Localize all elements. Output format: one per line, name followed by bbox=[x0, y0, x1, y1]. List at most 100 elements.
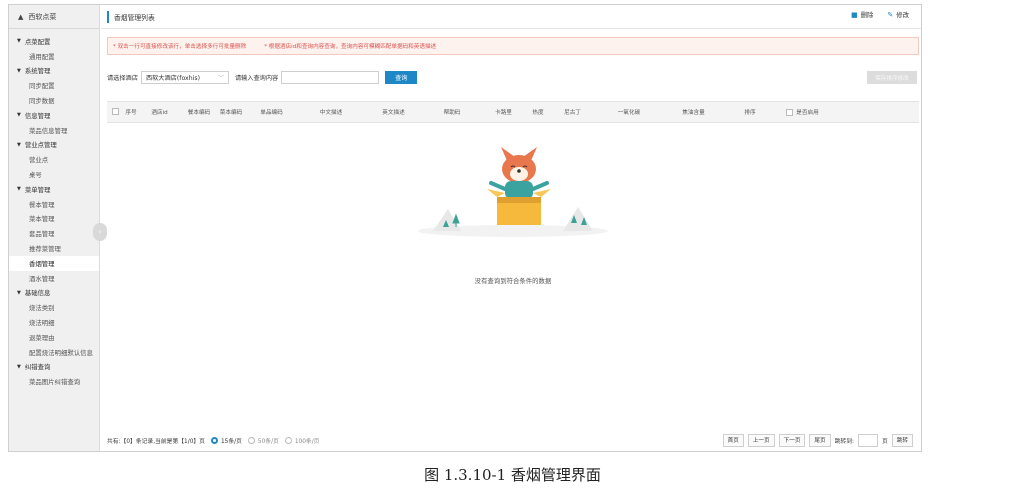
sidebar-group[interactable]: ▼ 基础信息 bbox=[9, 286, 99, 301]
sidebar-item-label: 菜单管理 bbox=[24, 185, 51, 194]
sidebar-item-label: 菜品信息管理 bbox=[29, 126, 68, 135]
sidebar-item-label: 香烟管理 bbox=[29, 259, 55, 268]
column-header-label: 单品编码 bbox=[260, 110, 283, 116]
sidebar-item[interactable]: 菜本管理 bbox=[9, 212, 99, 227]
delete-label: 删除 bbox=[860, 11, 874, 19]
column-header-label: 热度 bbox=[532, 110, 544, 116]
sidebar-item[interactable]: 推荐菜管理 bbox=[9, 241, 99, 256]
sidebar-item[interactable]: 酒水管理 bbox=[9, 271, 99, 286]
column-header-label: 序号 bbox=[125, 110, 137, 116]
save-sort-button[interactable]: 保存排序修改 bbox=[867, 71, 917, 84]
sidebar-item[interactable]: 退菜理由 bbox=[9, 330, 99, 345]
select-all-cell bbox=[107, 107, 123, 117]
sidebar-item[interactable]: 烧法明细 bbox=[9, 315, 99, 330]
edit-button[interactable]: ✎ 修改 bbox=[887, 10, 909, 20]
goto-page-input[interactable] bbox=[857, 433, 878, 447]
sidebar-group[interactable]: ▼ 纠错查询 bbox=[9, 360, 99, 375]
sidebar-item[interactable]: 餐本管理 bbox=[9, 197, 99, 212]
expand-triangle-icon: ▼ bbox=[17, 363, 21, 370]
sidebar-item[interactable]: 配置烧法明细默认信息 bbox=[9, 345, 99, 360]
sidebar-item-label: 系统管理 bbox=[24, 67, 51, 76]
column-header[interactable]: 排序 bbox=[725, 108, 775, 116]
column-header-label: 中文描述 bbox=[319, 110, 343, 116]
column-header[interactable]: 热度 bbox=[527, 108, 549, 116]
goto-button[interactable]: 跳转 bbox=[891, 433, 913, 447]
next-page-button[interactable]: 下一页 bbox=[778, 433, 806, 447]
sidebar-group[interactable]: ▼ 菜单管理 bbox=[9, 182, 99, 197]
expand-triangle-icon: ▼ bbox=[17, 289, 21, 296]
hotel-select-label: 请选择酒店 bbox=[107, 75, 138, 82]
sidebar-item[interactable]: 菜品图片纠错查询 bbox=[9, 374, 99, 389]
sidebar-group[interactable]: ▼ 系统管理 bbox=[9, 64, 99, 79]
chevron-down-icon: ﹀ bbox=[217, 75, 224, 82]
sidebar-item[interactable]: 营业点 bbox=[9, 152, 99, 167]
sidebar-item[interactable]: 套品管理 bbox=[9, 226, 99, 241]
enabled-checkbox[interactable] bbox=[786, 108, 794, 116]
column-header[interactable]: 酒店id bbox=[139, 108, 180, 116]
sidebar-group[interactable]: ▼ 信息管理 bbox=[9, 108, 99, 123]
expand-triangle-icon: ▼ bbox=[17, 141, 21, 148]
sidebar-item[interactable]: 同步配置 bbox=[9, 78, 99, 93]
page-size-label: 50条/页 bbox=[257, 438, 279, 445]
query-input[interactable] bbox=[281, 71, 380, 84]
sidebar-item-label: 烧法类别 bbox=[29, 304, 55, 313]
column-header-label: 菜本编码 bbox=[219, 110, 243, 116]
column-header-label: 尼古丁 bbox=[564, 110, 581, 116]
notice-banner: * 双击一行可直接修改该行，单击选择多行可批量删除 * 根据酒店id和查询内容查… bbox=[107, 37, 919, 55]
delete-button[interactable]: ■ 删除 bbox=[851, 10, 874, 20]
sidebar-item[interactable]: 同步数据 bbox=[9, 93, 99, 108]
sidebar-item-label: 同步数据 bbox=[29, 97, 55, 106]
sidebar-app-name: 西软点菜 bbox=[28, 12, 57, 21]
table-header: 序号 酒店id 餐本编码 菜本编码 单品编码 中文描述 英文描述 帮助码 卡路里 热度 尼古丁 一氧化… bbox=[107, 101, 919, 123]
column-header[interactable]: 单品编码 bbox=[244, 108, 299, 116]
sidebar-item-label: 菜品图片纠错查询 bbox=[29, 378, 81, 387]
record-summary: 共有:【0】条记录,当前是第【1/0】页 bbox=[107, 438, 205, 445]
hotel-select[interactable]: 西软大酒店(foxhis) ﹀ bbox=[140, 71, 229, 84]
column-header[interactable]: 英文描述 bbox=[363, 108, 424, 116]
query-input-label: 请输入查询内容 bbox=[234, 75, 279, 82]
page-size-radio[interactable] bbox=[247, 436, 255, 444]
page-size-radio[interactable] bbox=[284, 436, 292, 444]
column-header-label: 酒店id bbox=[151, 110, 168, 116]
column-header[interactable]: 卡路里 bbox=[480, 108, 527, 116]
column-header[interactable]: 菜本编码 bbox=[218, 108, 244, 116]
pagination: 首页 上一页 下一页 尾页 跳转到: 页 跳转 bbox=[722, 433, 913, 447]
prev-page-button[interactable]: 上一页 bbox=[747, 433, 775, 447]
top-actions: ■ 删除 ✎ 修改 bbox=[851, 10, 909, 20]
column-header[interactable]: 帮助码 bbox=[424, 108, 480, 116]
first-page-button[interactable]: 首页 bbox=[722, 433, 744, 447]
sidebar-group[interactable]: ▼ 点菜配置 bbox=[9, 34, 99, 49]
title-accent-bar bbox=[107, 10, 109, 23]
column-header[interactable]: 尼古丁 bbox=[549, 108, 596, 116]
sidebar-item[interactable]: 通用配置 bbox=[9, 49, 99, 64]
query-button[interactable]: 查询 bbox=[385, 71, 418, 84]
sidebar-item-label: 营业点管理 bbox=[24, 141, 57, 150]
sidebar-header[interactable]: ▲ 西软点菜 bbox=[9, 5, 99, 29]
page-size-label: 100条/页 bbox=[294, 438, 320, 445]
sidebar-item[interactable]: 烧法类别 bbox=[9, 300, 99, 315]
page-size-options: 15条/页 50条/页 100条/页 bbox=[205, 436, 320, 445]
sidebar-item[interactable]: 桌号 bbox=[9, 167, 99, 182]
column-header[interactable]: 中文描述 bbox=[299, 108, 363, 116]
last-page-button[interactable]: 尾页 bbox=[809, 433, 831, 447]
sidebar-group[interactable]: ▼ 营业点管理 bbox=[9, 138, 99, 153]
column-header[interactable]: 一氧化碳 bbox=[596, 108, 662, 116]
filter-bar: 请选择酒店 西软大酒店(foxhis) ﹀ 请输入查询内容 查询 bbox=[107, 71, 418, 84]
page-size-radio[interactable] bbox=[210, 436, 218, 444]
sidebar-item-label: 桌号 bbox=[29, 171, 42, 180]
sidebar-item-label: 纠错查询 bbox=[24, 363, 51, 372]
column-header-label: 一氧化碳 bbox=[617, 110, 641, 116]
column-header[interactable]: 餐本编码 bbox=[180, 108, 218, 116]
sidebar-item-label: 餐本管理 bbox=[29, 200, 55, 209]
select-all-checkbox[interactable] bbox=[111, 107, 119, 115]
column-header[interactable]: 焦油含量 bbox=[662, 108, 725, 116]
sidebar-item[interactable]: 菜品信息管理 bbox=[9, 123, 99, 138]
page-unit-label: 页 bbox=[881, 438, 888, 445]
column-header[interactable]: 序号 bbox=[123, 108, 139, 116]
sidebar-item[interactable]: 香烟管理 bbox=[9, 255, 99, 271]
topbar: 香烟管理列表 ■ 删除 ✎ 修改 bbox=[101, 5, 921, 29]
sidebar-item-label: 同步配置 bbox=[29, 82, 55, 91]
column-header-label: 英文描述 bbox=[382, 110, 405, 116]
column-header[interactable]: 是否启用 bbox=[775, 108, 830, 116]
figure-caption: 图 1.3.10-1 香烟管理界面 bbox=[424, 466, 601, 484]
